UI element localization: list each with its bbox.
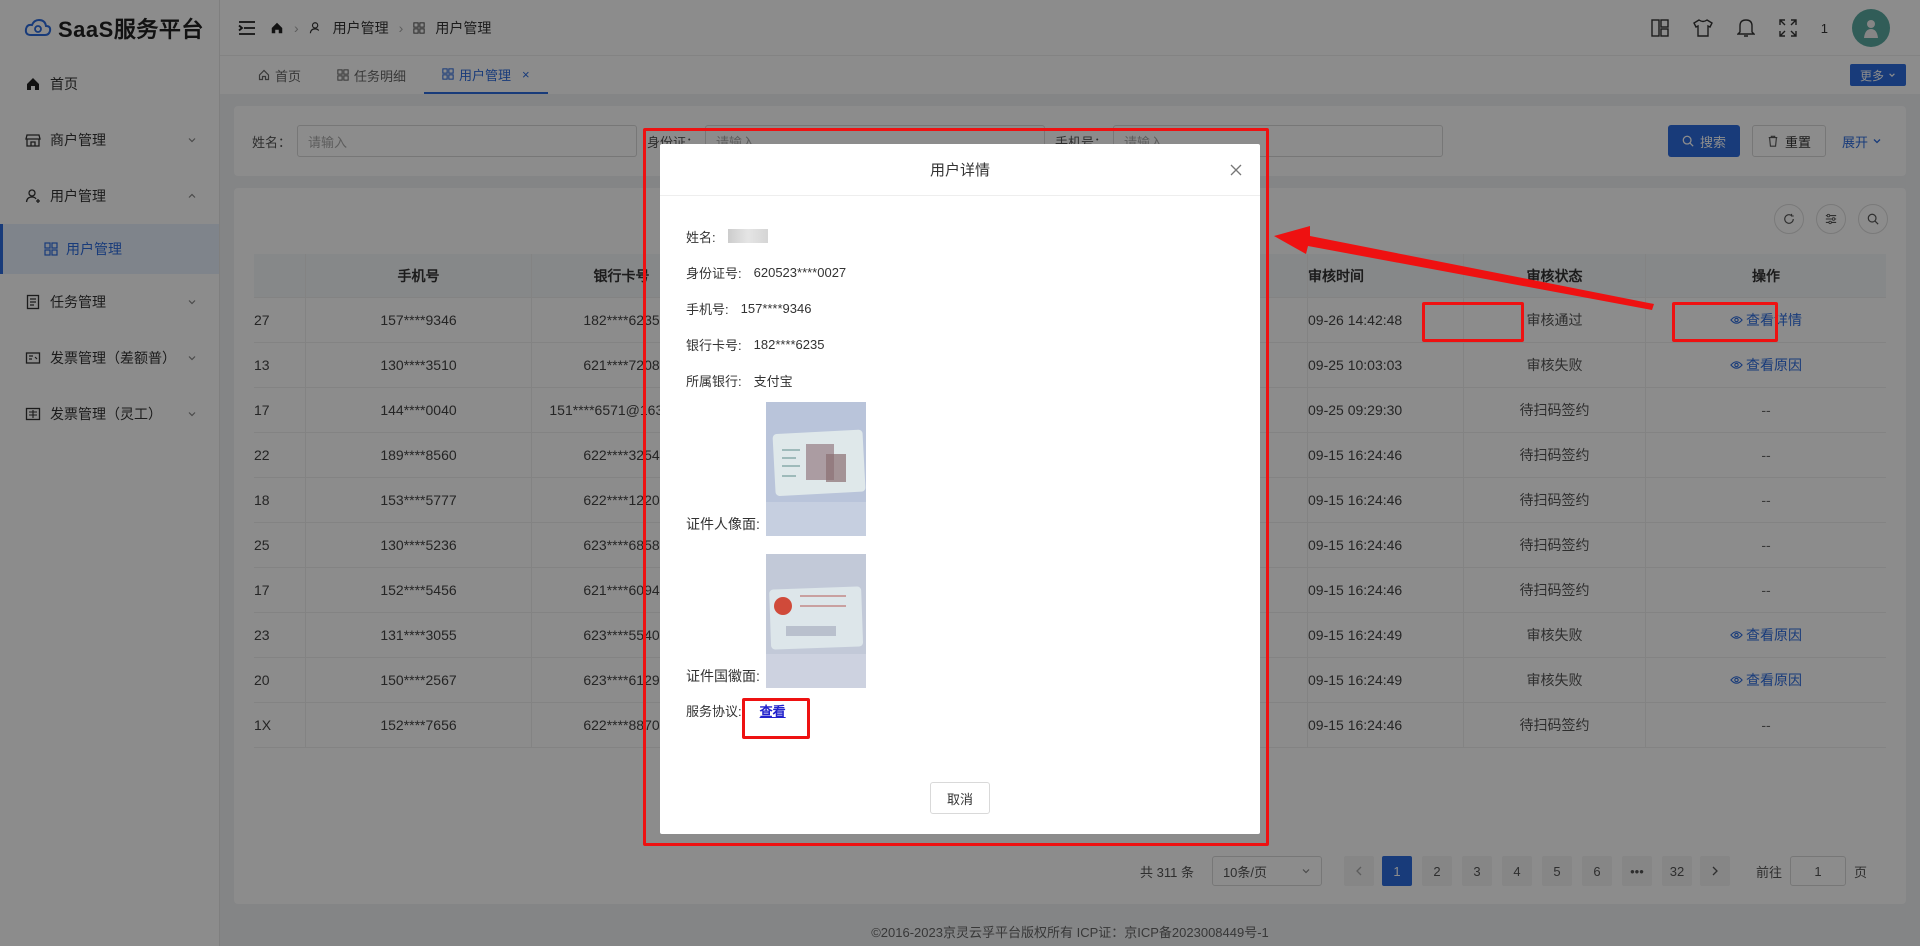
annotation-box-view-detail [1672, 302, 1778, 342]
annotation-box-agreement [742, 698, 810, 739]
annotation-box-status [1422, 302, 1524, 342]
annotation-box-modal [643, 128, 1269, 846]
